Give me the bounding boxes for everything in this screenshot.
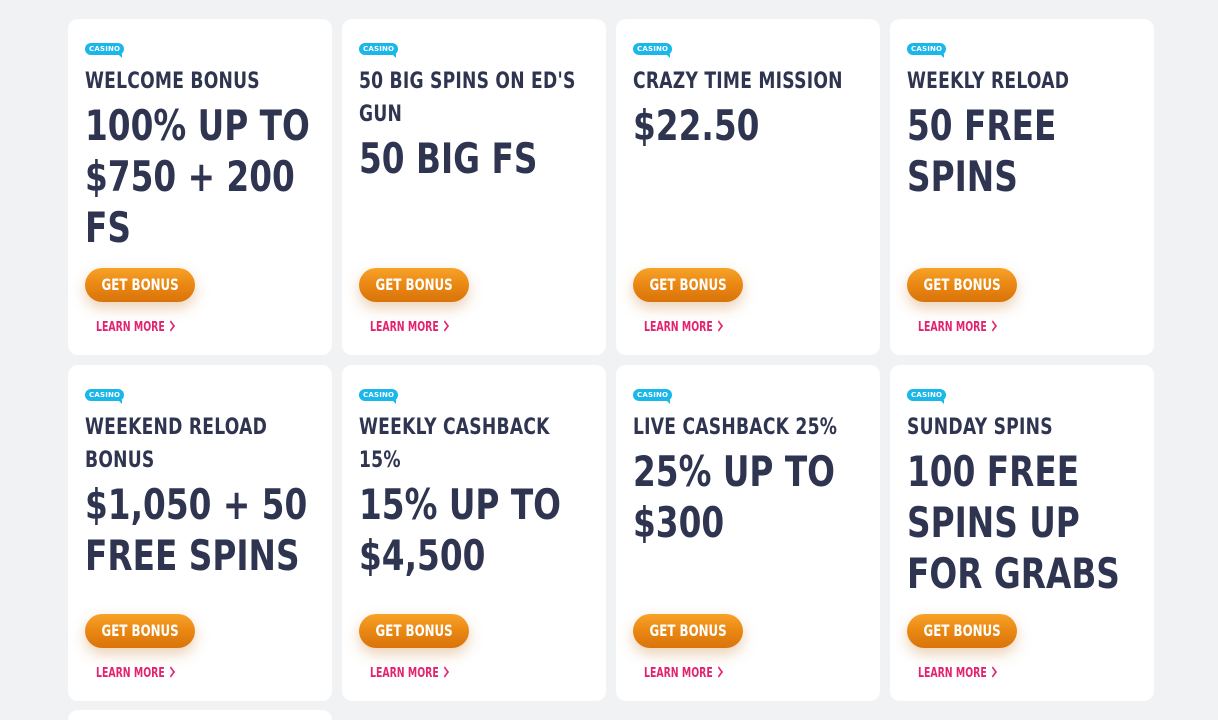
bonus-amount: 100 FREE SPINS UP FOR GRABS xyxy=(907,447,1120,598)
bonus-amount: $22.50 xyxy=(633,101,760,150)
chevron-right-icon xyxy=(440,320,449,332)
get-bonus-button[interactable]: GET BONUS xyxy=(633,614,743,648)
get-bonus-label: GET BONUS xyxy=(923,621,1001,640)
chevron-right-icon xyxy=(988,320,997,332)
chevron-right-icon xyxy=(988,666,997,678)
bonus-title: WEEKLY RELOAD xyxy=(907,69,1070,94)
bonus-amount: 100% UP TO $750 + 200 FS xyxy=(85,101,310,252)
learn-more-link[interactable]: LEARN MORE xyxy=(370,320,449,335)
bonus-card: CASINO WEEKEND RELOAD BONUS $1,050 + 50 … xyxy=(68,365,332,701)
chevron-right-icon xyxy=(166,320,175,332)
get-bonus-label: GET BONUS xyxy=(101,621,179,640)
get-bonus-button[interactable]: GET BONUS xyxy=(359,268,469,302)
casino-tag: CASINO xyxy=(359,389,399,404)
bonus-grid: CASINO WELCOME BONUS 100% UP TO $750 + 2… xyxy=(68,19,1154,701)
get-bonus-label: GET BONUS xyxy=(649,275,727,294)
bonus-amount: 50 BIG FS xyxy=(359,134,538,183)
learn-more-link[interactable]: LEARN MORE xyxy=(370,666,449,681)
bonus-card: CASINO SUNDAY SPINS 100 FREE SPINS UP FO… xyxy=(890,365,1154,701)
bonus-title: 50 BIG SPINS ON ED'S GUN xyxy=(359,69,576,127)
bonus-card: CASINO WEEKLY RELOAD 50 FREE SPINS GET B… xyxy=(890,19,1154,355)
learn-more-link[interactable]: LEARN MORE xyxy=(96,666,175,681)
get-bonus-label: GET BONUS xyxy=(101,275,179,294)
bonus-card: CASINO WEEKLY CASHBACK 15% 15% UP TO $4,… xyxy=(342,365,606,701)
casino-tag: CASINO xyxy=(907,43,947,58)
next-row-card-edge xyxy=(68,710,332,720)
bonus-title: WELCOME BONUS xyxy=(85,69,260,94)
get-bonus-label: GET BONUS xyxy=(375,275,453,294)
learn-more-label: LEARN MORE xyxy=(918,320,987,335)
learn-more-link[interactable]: LEARN MORE xyxy=(644,666,723,681)
learn-more-label: LEARN MORE xyxy=(96,320,165,335)
get-bonus-button[interactable]: GET BONUS xyxy=(359,614,469,648)
learn-more-link[interactable]: LEARN MORE xyxy=(644,320,723,335)
get-bonus-label: GET BONUS xyxy=(923,275,1001,294)
get-bonus-button[interactable]: GET BONUS xyxy=(633,268,743,302)
get-bonus-button[interactable]: GET BONUS xyxy=(907,268,1017,302)
learn-more-label: LEARN MORE xyxy=(370,666,439,681)
chevron-right-icon xyxy=(714,666,723,678)
learn-more-label: LEARN MORE xyxy=(644,320,713,335)
casino-tag: CASINO xyxy=(359,43,399,58)
casino-tag: CASINO xyxy=(633,43,673,58)
get-bonus-button[interactable]: GET BONUS xyxy=(907,614,1017,648)
learn-more-link[interactable]: LEARN MORE xyxy=(918,320,997,335)
bonus-amount: $1,050 + 50 FREE SPINS xyxy=(85,480,308,580)
chevron-right-icon xyxy=(714,320,723,332)
bonus-title: SUNDAY SPINS xyxy=(907,415,1053,440)
bonus-amount: 25% UP TO $300 xyxy=(633,447,836,547)
casino-tag: CASINO xyxy=(907,389,947,404)
get-bonus-button[interactable]: GET BONUS xyxy=(85,268,195,302)
bonus-title: CRAZY TIME MISSION xyxy=(633,69,843,94)
learn-more-label: LEARN MORE xyxy=(370,320,439,335)
learn-more-link[interactable]: LEARN MORE xyxy=(918,666,997,681)
bonus-amount: 50 FREE SPINS xyxy=(907,101,1057,201)
bonus-title: WEEKEND RELOAD BONUS xyxy=(85,415,268,473)
learn-more-label: LEARN MORE xyxy=(96,666,165,681)
chevron-right-icon xyxy=(166,666,175,678)
bonus-card: CASINO CRAZY TIME MISSION $22.50 GET BON… xyxy=(616,19,880,355)
bonus-title: LIVE CASHBACK 25% xyxy=(633,415,838,440)
learn-more-label: LEARN MORE xyxy=(918,666,987,681)
chevron-right-icon xyxy=(440,666,449,678)
learn-more-link[interactable]: LEARN MORE xyxy=(96,320,175,335)
bonus-amount: 15% UP TO $4,500 xyxy=(359,480,562,580)
casino-tag: CASINO xyxy=(85,389,125,404)
bonus-card: CASINO WELCOME BONUS 100% UP TO $750 + 2… xyxy=(68,19,332,355)
get-bonus-label: GET BONUS xyxy=(649,621,727,640)
casino-tag: CASINO xyxy=(633,389,673,404)
casino-tag: CASINO xyxy=(85,43,125,58)
bonus-card: CASINO LIVE CASHBACK 25% 25% UP TO $300 … xyxy=(616,365,880,701)
get-bonus-button[interactable]: GET BONUS xyxy=(85,614,195,648)
get-bonus-label: GET BONUS xyxy=(375,621,453,640)
bonus-title: WEEKLY CASHBACK 15% xyxy=(359,415,550,473)
learn-more-label: LEARN MORE xyxy=(644,666,713,681)
bonus-card: CASINO 50 BIG SPINS ON ED'S GUN 50 BIG F… xyxy=(342,19,606,355)
